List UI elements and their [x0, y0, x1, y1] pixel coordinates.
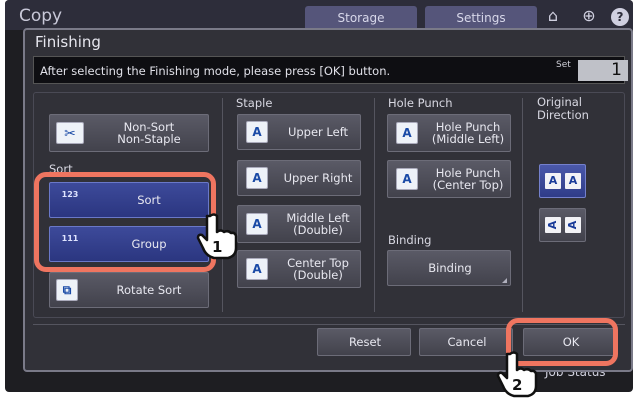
ok-label: OK	[562, 335, 580, 349]
rotate-sort-button[interactable]: ⧉ Rotate Sort	[49, 272, 209, 308]
hole-punch-center-top-sublabel: (Center Top)	[432, 178, 504, 192]
divider	[374, 98, 375, 312]
submenu-indicator-icon	[502, 278, 507, 283]
sort-section-label: Sort	[49, 162, 73, 176]
non-staple-label: Non-Staple	[117, 132, 181, 146]
step-number-2: 2	[512, 376, 522, 394]
hole-punch-center-top-button[interactable]: A Hole Punch (Center Top)	[387, 160, 511, 198]
dialog-title: Finishing	[35, 33, 101, 51]
staple-upper-left-icon: A	[246, 121, 268, 143]
reset-button[interactable]: Reset	[317, 328, 411, 356]
set-count: 1	[578, 60, 628, 81]
device-screen: Copy Storage Settings ⌂ ⊕ ? Job Status F…	[5, 0, 633, 392]
hole-punch-middle-left-button[interactable]: A Hole Punch (Middle Left)	[387, 114, 511, 152]
app-title: Copy	[19, 6, 63, 26]
divider	[222, 98, 223, 312]
group-button[interactable]: 111 Group	[49, 226, 209, 262]
finishing-dialog: Finishing After selecting the Finishing …	[23, 28, 633, 372]
staple-upper-right-label: Upper Right	[283, 171, 353, 185]
staple-upper-right-button[interactable]: A Upper Right	[237, 160, 361, 196]
set-label: Set	[556, 60, 571, 70]
non-sort-icon: ✂	[56, 122, 84, 144]
help-icon[interactable]: ?	[611, 8, 629, 26]
instruction-message: After selecting the Finishing mode, plea…	[40, 64, 391, 78]
staple-center-top-button[interactable]: A Center Top (Double)	[237, 250, 361, 288]
staple-middle-left-icon: A	[246, 213, 268, 235]
staple-center-top-sublabel: (Double)	[293, 268, 343, 282]
hole-punch-middle-left-icon: A	[396, 122, 418, 144]
landscape-glyph-icon: A	[545, 217, 561, 233]
group-icon: 111	[61, 234, 79, 243]
hole-punch-center-top-icon: A	[396, 168, 418, 190]
rotate-sort-label: Rotate Sort	[116, 283, 182, 297]
sort-label: Sort	[137, 193, 161, 207]
divider	[33, 324, 625, 325]
staple-upper-left-button[interactable]: A Upper Left	[237, 114, 361, 150]
step-number-1: 1	[212, 238, 222, 256]
tab-storage[interactable]: Storage	[305, 6, 417, 30]
divider	[522, 98, 523, 312]
home-icon[interactable]: ⌂	[542, 5, 564, 27]
portrait-glyph-icon: A	[545, 173, 561, 189]
pointing-hand-icon: 1	[196, 213, 238, 260]
globe-icon[interactable]: ⊕	[578, 5, 600, 27]
staple-upper-right-icon: A	[246, 167, 268, 189]
staple-middle-left-button[interactable]: A Middle Left (Double)	[237, 205, 361, 243]
staple-center-top-icon: A	[246, 258, 268, 280]
non-sort-non-staple-button[interactable]: ✂ Non-Sort Non-Staple	[49, 114, 209, 152]
binding-label: Binding	[428, 261, 472, 275]
reset-label: Reset	[348, 335, 382, 349]
staple-upper-left-label: Upper Left	[287, 125, 349, 139]
landscape-glyph-icon: A	[565, 217, 581, 233]
original-direction-landscape-button[interactable]: A A	[539, 208, 586, 242]
staple-middle-left-sublabel: (Double)	[293, 223, 343, 237]
group-label: Group	[131, 237, 167, 251]
rotate-sort-icon: ⧉	[56, 279, 78, 301]
pointing-hand-icon: 2	[496, 351, 538, 398]
original-direction-portrait-button[interactable]: A A	[539, 164, 586, 198]
message-bar: After selecting the Finishing mode, plea…	[33, 56, 628, 84]
tab-settings[interactable]: Settings	[425, 6, 537, 30]
sort-button[interactable]: 123 Sort	[49, 182, 209, 218]
original-direction-label: Original Direction	[537, 95, 589, 122]
hole-punch-middle-left-sublabel: (Middle Left)	[431, 132, 505, 146]
binding-section-label: Binding	[388, 233, 432, 247]
app-header: Copy Storage Settings ⌂ ⊕ ?	[5, 0, 633, 30]
staple-section-label: Staple	[236, 96, 273, 110]
hole-punch-section-label: Hole Punch	[388, 96, 453, 110]
portrait-glyph-icon: A	[565, 173, 581, 189]
binding-button[interactable]: Binding	[387, 250, 511, 286]
sort-icon: 123	[61, 190, 79, 199]
